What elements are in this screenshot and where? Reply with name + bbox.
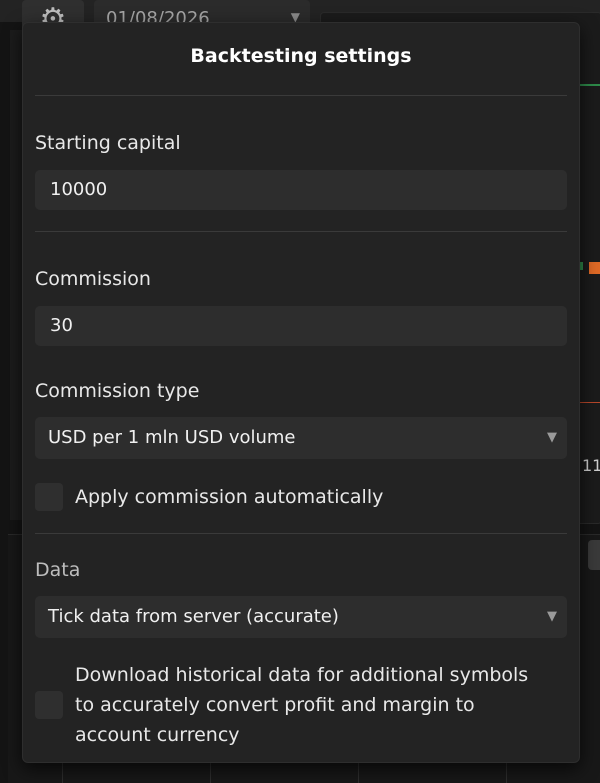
commission-type-select[interactable]: USD per 1 mln USD volume ▼ <box>35 417 567 459</box>
chart-tick-label: 11 <box>582 456 600 475</box>
background-gridline <box>62 760 63 783</box>
data-source-select[interactable]: Tick data from server (accurate) ▼ <box>35 596 567 638</box>
chevron-down-icon: ▼ <box>547 430 557 445</box>
popup-title: Backtesting settings <box>190 45 412 67</box>
chart-green-line <box>578 84 600 86</box>
download-historical-checkbox[interactable] <box>35 691 63 719</box>
background-gridline <box>210 760 211 783</box>
chart-orange-marker <box>589 262 600 274</box>
divider <box>35 533 567 534</box>
app-window: ⚙ 01/08/2026 ▼ 11 Backtesting settings S… <box>0 0 600 783</box>
download-historical-line-2: to accurately convert profit and margin … <box>75 694 475 716</box>
download-historical-line-1: Download historical data for additional … <box>75 664 529 686</box>
backtesting-settings-popup: Backtesting settings Starting capital 10… <box>22 22 580 763</box>
data-section-label: Data <box>35 559 81 581</box>
commission-type-label: Commission type <box>35 380 200 402</box>
chevron-down-icon: ▼ <box>547 609 557 624</box>
commission-type-value: USD per 1 mln USD volume <box>48 427 296 448</box>
commission-input[interactable]: 30 <box>35 306 567 346</box>
data-source-value: Tick data from server (accurate) <box>48 606 339 627</box>
chart-red-line <box>578 402 600 403</box>
download-historical-label[interactable]: Download historical data for additional … <box>75 660 565 750</box>
starting-capital-label: Starting capital <box>35 132 181 154</box>
background-gridline <box>358 760 359 783</box>
background-button[interactable] <box>588 540 600 570</box>
download-historical-line-3: account currency <box>75 724 240 746</box>
commission-label: Commission <box>35 268 151 290</box>
apply-commission-label[interactable]: Apply commission automatically <box>75 482 565 512</box>
background-gridline <box>506 760 507 783</box>
divider <box>35 231 567 232</box>
divider <box>35 95 567 96</box>
starting-capital-input[interactable]: 10000 <box>35 170 567 210</box>
apply-commission-checkbox[interactable] <box>35 483 63 511</box>
